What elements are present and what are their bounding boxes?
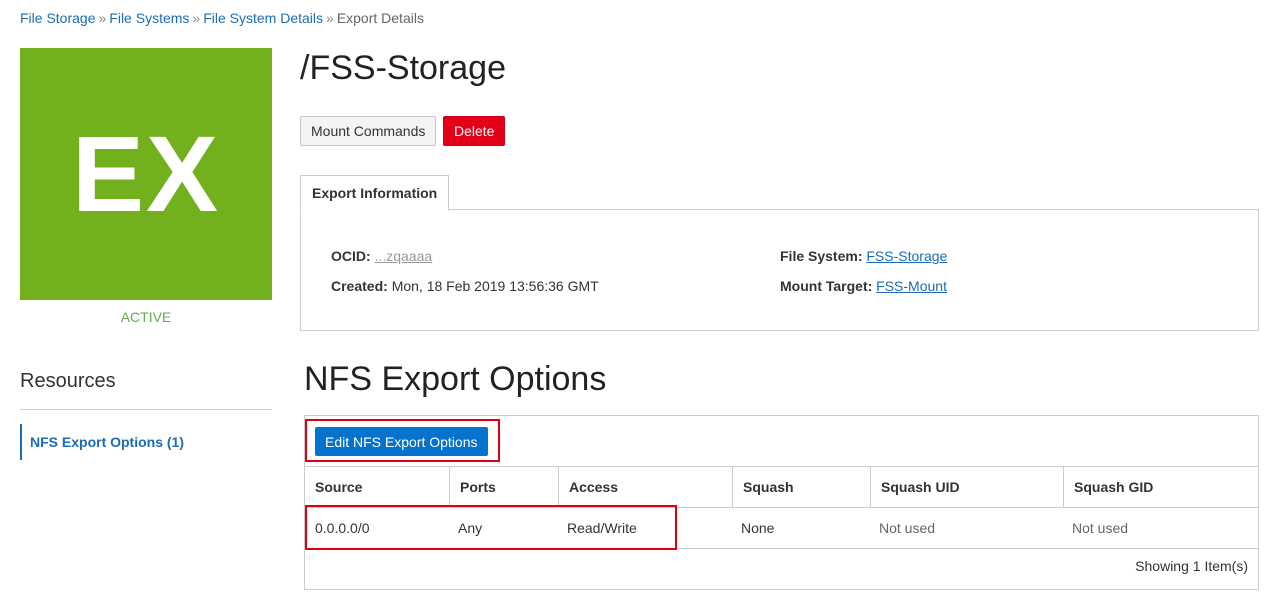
page-title: /FSS-Storage [300,49,506,87]
resources-heading: Resources [20,370,116,392]
created-field: Created: Mon, 18 Feb 2019 13:56:36 GMT [331,278,599,294]
export-information-panel: OCID: ...zqaaaa Created: Mon, 18 Feb 201… [300,209,1259,331]
breadcrumb-file-system-details[interactable]: File System Details [203,10,323,26]
section-title-nfs-export-options: NFS Export Options [304,360,607,398]
created-label: Created: [331,278,388,294]
breadcrumb-separator: » [98,10,107,26]
column-header-squash-gid[interactable]: Squash GID [1063,467,1258,507]
badge-text: EX [71,113,221,234]
highlight-box-row [305,505,677,550]
breadcrumb-separator: » [326,10,334,26]
resource-item-nfs-export-options[interactable]: NFS Export Options (1) [20,424,272,460]
mount-commands-button[interactable]: Mount Commands [300,116,437,146]
breadcrumb: File Storage» File Systems» File System De… [20,10,424,26]
table-footer-count: Showing 1 Item(s) [1135,558,1248,574]
mount-target-label: Mount Target: [780,278,873,294]
cell-squash-uid: Not used [879,520,936,536]
breadcrumb-file-systems[interactable]: File Systems [109,10,189,26]
tab-export-information[interactable]: Export Information [300,175,450,211]
column-header-squash-uid[interactable]: Squash UID [870,467,1063,507]
highlight-box-edit-button [305,419,500,462]
ocid-value[interactable]: ...zqaaaa [375,248,433,264]
column-header-squash[interactable]: Squash [732,467,870,507]
breadcrumb-separator: » [192,10,201,26]
ocid-label: OCID: [331,248,371,264]
cell-squash-gid: Not used [1072,520,1129,536]
status-label: ACTIVE [120,309,172,325]
mount-target-link[interactable]: FSS-Mount [876,278,947,294]
resources-divider [20,409,272,410]
column-header-access[interactable]: Access [558,467,732,507]
delete-button[interactable]: Delete [443,116,506,146]
column-header-ports[interactable]: Ports [449,467,558,507]
table-header: Source Ports Access Squash Squash UID Sq… [305,466,1258,508]
ocid-field: OCID: ...zqaaaa [331,248,432,264]
breadcrumb-file-storage[interactable]: File Storage [20,10,95,26]
resource-item-label: NFS Export Options (1) [30,434,184,450]
resource-badge: EX [20,48,272,300]
column-header-source[interactable]: Source [305,467,450,507]
created-value: Mon, 18 Feb 2019 13:56:36 GMT [391,278,599,294]
file-system-label: File System: [780,248,863,264]
mount-target-field: Mount Target: FSS-Mount [780,278,947,294]
file-system-link[interactable]: FSS-Storage [866,248,947,264]
cell-squash: None [741,520,775,536]
breadcrumb-current: Export Details [336,10,424,26]
file-system-field: File System: FSS-Storage [780,248,947,264]
